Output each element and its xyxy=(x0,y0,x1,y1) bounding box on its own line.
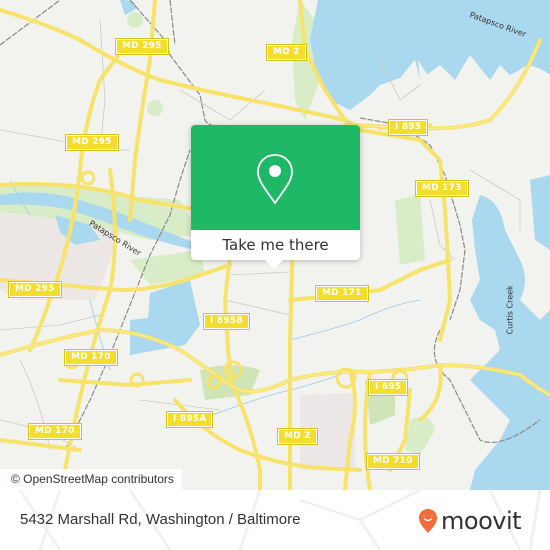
road-shield-md-2: MD 2 xyxy=(277,428,318,445)
park-area xyxy=(395,195,425,265)
address-text: 5432 Marshall Rd, Washington / Baltimore xyxy=(20,511,301,528)
road-shield-i-895a: I 895A xyxy=(165,411,214,428)
moovit-pin-icon xyxy=(419,509,437,533)
road-shield-i-695: I 695 xyxy=(367,379,409,396)
road-shield-md-295: MD 295 xyxy=(8,281,62,298)
road-shield-i-895: I 895 xyxy=(387,119,429,136)
location-pin-icon xyxy=(257,154,293,205)
footer-bar: 5432 Marshall Rd, Washington / Baltimore… xyxy=(0,490,550,550)
moovit-logo[interactable]: moovit xyxy=(418,504,522,538)
road-shield-md-2: MD 2 xyxy=(266,44,307,61)
road-shield-md-173: MD 173 xyxy=(415,180,469,197)
park-area xyxy=(127,12,143,28)
road-shield-md-710: MD 710 xyxy=(366,453,420,470)
water-label-curtis-creek: Curtis Creek xyxy=(505,285,515,335)
road-shield-md-170: MD 170 xyxy=(64,349,118,366)
moovit-wordmark: moovit xyxy=(441,507,522,535)
road-shield-md-171: MD 171 xyxy=(315,285,369,302)
map-view[interactable]: MD 295 MD 2 MD 295 I 895 MD 173 MD 295 M… xyxy=(0,0,550,490)
destination-popup: Take me there xyxy=(191,125,360,269)
popup-pointer xyxy=(264,259,284,269)
take-me-there-button[interactable]: Take me there xyxy=(191,230,360,260)
map-attribution[interactable]: © OpenStreetMap contributors xyxy=(0,469,182,490)
road-shield-i-895b: I 895B xyxy=(202,313,251,330)
road-shield-md-295: MD 295 xyxy=(65,134,119,151)
park-area xyxy=(147,100,163,116)
road-shield-md-295: MD 295 xyxy=(115,38,169,55)
popup-header xyxy=(191,125,360,230)
road-shield-md-170: MD 170 xyxy=(28,423,82,440)
